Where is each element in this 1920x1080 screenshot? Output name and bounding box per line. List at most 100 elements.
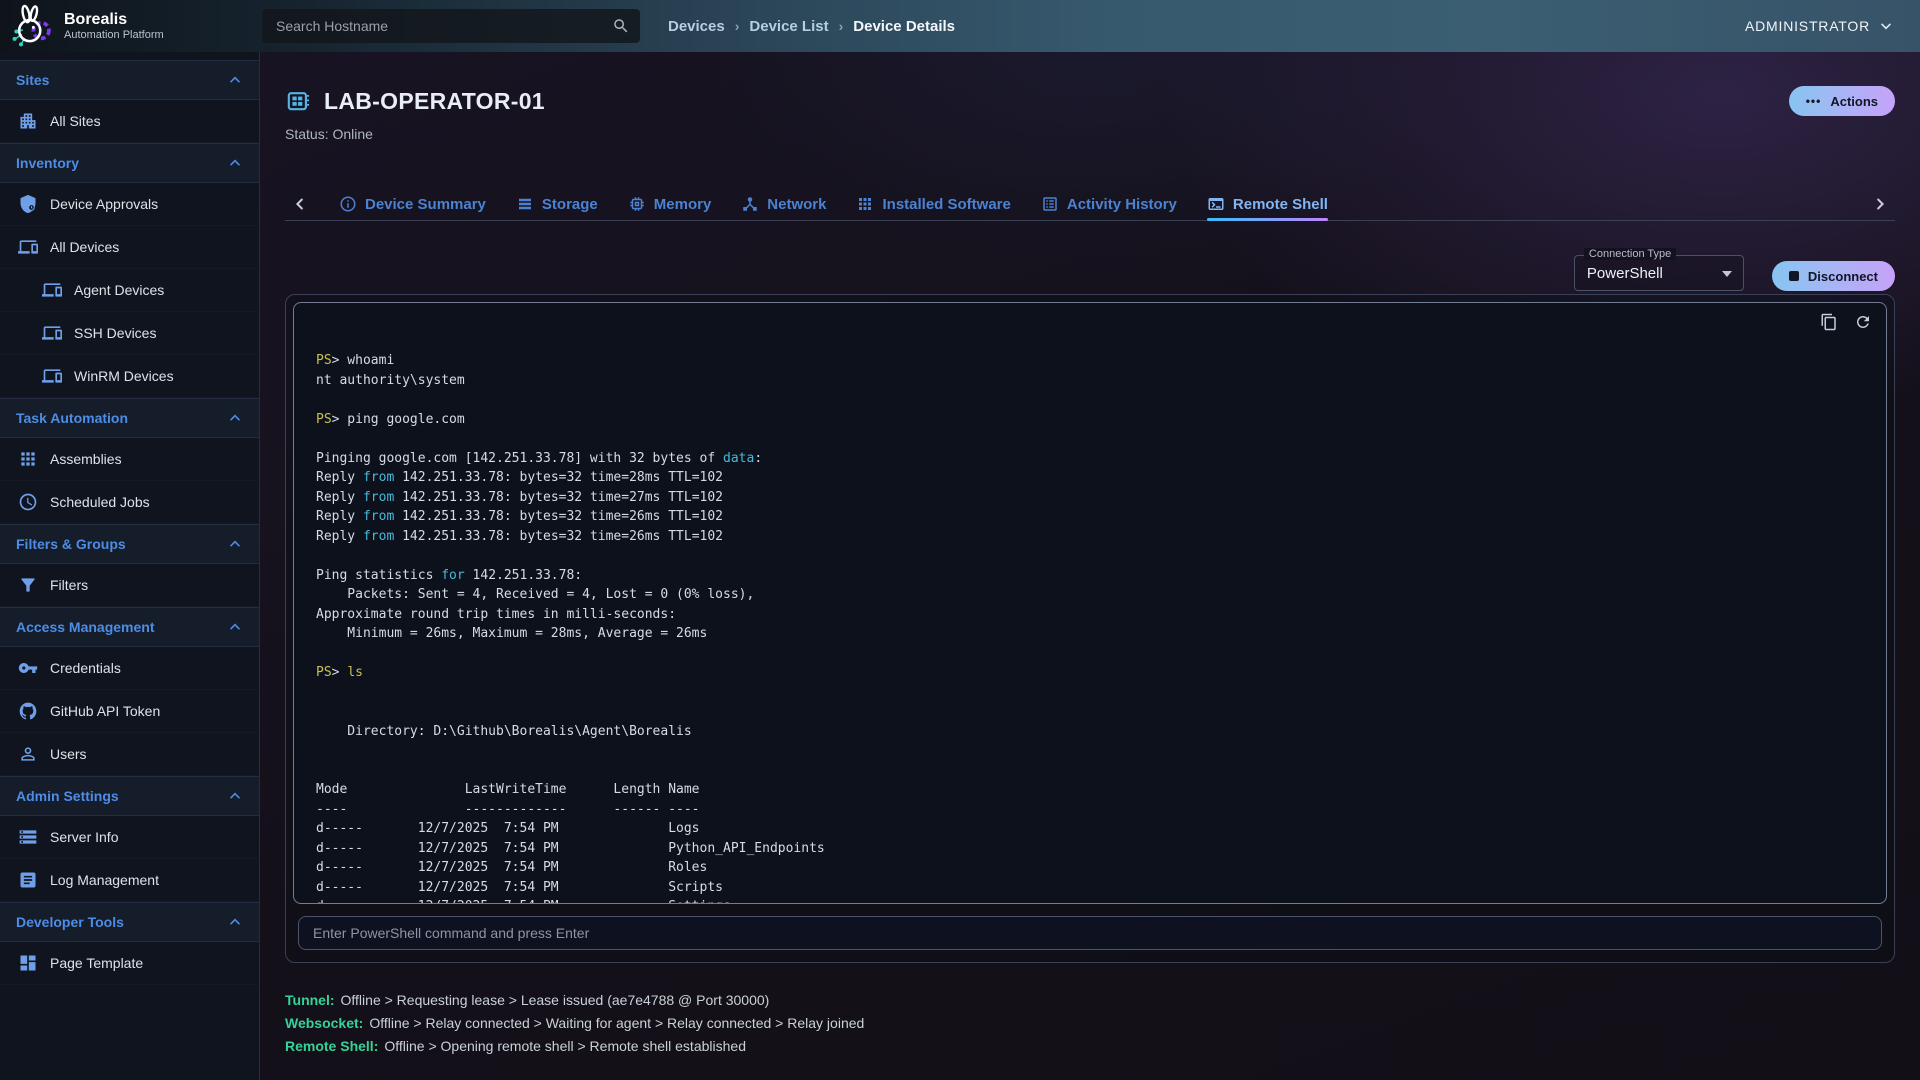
page-title: LAB-OPERATOR-01: [324, 88, 545, 115]
terminal-text: PS: [316, 353, 332, 368]
terminal-text: d----- 12/7/2025 7:54 PM Roles: [316, 860, 707, 875]
terminal-text: nt authority\system: [316, 373, 465, 388]
terminal-line: [316, 429, 1862, 449]
breadcrumb-item[interactable]: Device List: [749, 18, 828, 35]
sidebar-section-title: Sites: [16, 72, 49, 88]
sidebar-section-task-automation[interactable]: Task Automation: [0, 398, 259, 438]
search-input[interactable]: [262, 9, 640, 43]
terminal-text: 142.251.33.78: bytes=32 time=26ms TTL=10…: [394, 509, 723, 524]
terminal-text: PS: [316, 412, 332, 427]
terminal-line: [316, 644, 1862, 664]
chevron-up-icon: [227, 788, 243, 804]
sidebar-item-scheduled-jobs[interactable]: Scheduled Jobs: [0, 481, 259, 524]
actions-button[interactable]: ••• Actions: [1789, 86, 1895, 116]
info-icon: [339, 195, 357, 213]
tab-network[interactable]: Network: [741, 188, 826, 220]
sidebar-item-label: All Devices: [50, 239, 119, 255]
sidebar-section-title: Filters & Groups: [16, 536, 126, 552]
sidebar-item-label: Credentials: [50, 660, 121, 676]
terminal-line: ---- ------------- ------ ----: [316, 800, 1862, 820]
sidebar-section-title: Inventory: [16, 155, 79, 171]
tab-scroll-right-icon[interactable]: [1871, 195, 1889, 213]
disconnect-button[interactable]: Disconnect: [1772, 261, 1895, 291]
breadcrumb-item[interactable]: Devices: [668, 18, 725, 35]
tab-label: Activity History: [1067, 196, 1177, 213]
sidebar-item-users[interactable]: Users: [0, 733, 259, 776]
brand-subtitle: Automation Platform: [64, 29, 164, 41]
refresh-icon[interactable]: [1854, 313, 1872, 331]
sidebar-item-label: Filters: [50, 577, 88, 593]
sidebar-section-developer-tools[interactable]: Developer Tools: [0, 902, 259, 942]
sidebar-item-assemblies[interactable]: Assemblies: [0, 438, 259, 481]
chevron-up-icon: [227, 914, 243, 930]
terminal-line: PS> ping google.com: [316, 410, 1862, 430]
sidebar-section-title: Access Management: [16, 619, 155, 635]
sidebar-item-all-devices[interactable]: All Devices: [0, 226, 259, 269]
sidebar-item-credentials[interactable]: Credentials: [0, 647, 259, 690]
terminal-line: Packets: Sent = 4, Received = 4, Lost = …: [316, 585, 1862, 605]
sidebar-section-filters-groups[interactable]: Filters & Groups: [0, 524, 259, 564]
command-input[interactable]: [298, 916, 1882, 950]
terminal-text: from: [363, 470, 394, 485]
tab-remote-shell[interactable]: Remote Shell: [1207, 188, 1328, 220]
sidebar-section-sites[interactable]: Sites: [0, 60, 259, 100]
tab-memory[interactable]: Memory: [628, 188, 712, 220]
chevron-up-icon: [227, 72, 243, 88]
terminal-text: Minimum = 26ms, Maximum = 28ms, Average …: [316, 626, 707, 641]
sidebar-section-access-management[interactable]: Access Management: [0, 607, 259, 647]
tab-device-summary[interactable]: Device Summary: [339, 188, 486, 220]
status-row: Remote Shell:Offline > Opening remote sh…: [285, 1035, 1895, 1058]
terminal-icon: [1207, 195, 1225, 213]
terminal-viewport[interactable]: PS> whoami nt authority\system PS> ping go…: [293, 302, 1887, 904]
terminal-text: 142.251.33.78:: [465, 568, 582, 583]
terminal-line: Reply from 142.251.33.78: bytes=32 time=…: [316, 527, 1862, 547]
sidebar-item-log-management[interactable]: Log Management: [0, 859, 259, 902]
sidebar-item-device-approvals[interactable]: Device Approvals: [0, 183, 259, 226]
terminal-text: Reply: [316, 509, 363, 524]
sidebar-item-label: Scheduled Jobs: [50, 494, 150, 510]
sidebar-item-label: SSH Devices: [74, 325, 156, 341]
tab-scroll-left-icon[interactable]: [291, 195, 309, 213]
breadcrumb: Devices›Device List›Device Details: [668, 18, 955, 35]
status-label: Websocket:: [285, 1012, 363, 1035]
stop-icon: [1789, 271, 1799, 281]
tab-activity-history[interactable]: Activity History: [1041, 188, 1177, 220]
connection-type-label: Connection Type: [1584, 248, 1676, 260]
terminal-line: [316, 761, 1862, 781]
sidebar-section-title: Task Automation: [16, 410, 128, 426]
sidebar-item-page-template[interactable]: Page Template: [0, 942, 259, 985]
sidebar-item-winrm-devices[interactable]: WinRM Devices: [0, 355, 259, 398]
terminal-line: PS> ls: [316, 663, 1862, 683]
apps-icon: [856, 195, 874, 213]
sidebar-section-inventory[interactable]: Inventory: [0, 143, 259, 183]
connection-type-value: PowerShell: [1587, 265, 1663, 282]
sidebar-item-server-info[interactable]: Server Info: [0, 816, 259, 859]
terminal-output: PS> whoami nt authority\system PS> ping go…: [294, 303, 1886, 904]
sidebar-item-github-api-token[interactable]: GitHub API Token: [0, 690, 259, 733]
user-menu[interactable]: ADMINISTRATOR: [1745, 18, 1920, 34]
sidebar-item-all-sites[interactable]: All Sites: [0, 100, 259, 143]
terminal-text: data: [723, 451, 754, 466]
sidebar-item-filters[interactable]: Filters: [0, 564, 259, 607]
status-row: Websocket:Offline > Relay connected > Wa…: [285, 1012, 1895, 1035]
device-chip-icon: [285, 88, 312, 115]
tab-storage[interactable]: Storage: [516, 188, 598, 220]
connection-type-select[interactable]: Connection Type PowerShell: [1574, 255, 1744, 291]
terminal-line: [316, 741, 1862, 761]
terminal-line: PS> whoami: [316, 351, 1862, 371]
terminal-line: d----- 12/7/2025 7:54 PM Roles: [316, 858, 1862, 878]
copy-icon[interactable]: [1820, 313, 1838, 331]
sidebar-item-ssh-devices[interactable]: SSH Devices: [0, 312, 259, 355]
sidebar-section-admin-settings[interactable]: Admin Settings: [0, 776, 259, 816]
terminal-line: d----- 12/7/2025 7:54 PM Logs: [316, 819, 1862, 839]
sidebar-item-label: Agent Devices: [74, 282, 164, 298]
network-icon: [741, 195, 759, 213]
brand[interactable]: Borealis Automation Platform: [0, 4, 260, 48]
terminal-text: Ping statistics: [316, 568, 441, 583]
tab-installed-software[interactable]: Installed Software: [856, 188, 1010, 220]
user-icon: [18, 744, 38, 764]
terminal-line: Directory: D:\Github\Borealis\Agent\Bore…: [316, 722, 1862, 742]
sidebar-item-agent-devices[interactable]: Agent Devices: [0, 269, 259, 312]
sidebar-section-title: Developer Tools: [16, 914, 124, 930]
terminal-line: d----- 12/7/2025 7:54 PM Scripts: [316, 878, 1862, 898]
